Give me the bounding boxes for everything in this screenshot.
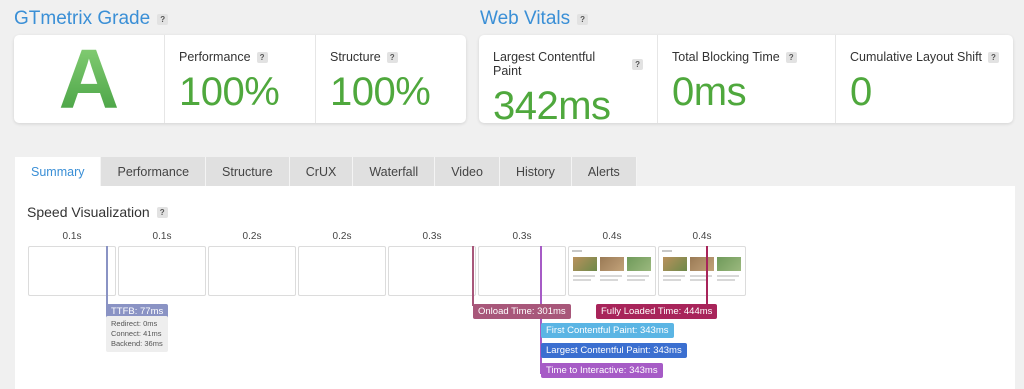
frame-time-label: 0.1s [152, 231, 172, 242]
ttfb-backend: Backend: 36ms [111, 339, 163, 348]
structure-value: 100% [330, 70, 431, 114]
tbt-metric: Total Blocking Time? 0ms [657, 35, 835, 123]
structure-metric: Structure? 100% [315, 35, 466, 123]
filmstrip-frame[interactable] [478, 246, 566, 296]
frame-time-label: 0.3s [422, 231, 442, 242]
gtmetrix-grade-title: GTmetrix Grade ? [14, 8, 169, 30]
help-icon[interactable]: ? [156, 206, 168, 218]
page-thumbnail [659, 247, 745, 295]
structure-label: Structure [330, 50, 381, 64]
speed-visualization-label: Speed Visualization [27, 204, 150, 220]
frame-time-label: 0.1s [62, 231, 82, 242]
frame-time-label: 0.3s [512, 231, 532, 242]
report-tabs: Summary Performance Structure CrUX Water… [15, 157, 637, 186]
filmstrip-frame-rendered[interactable] [568, 246, 656, 296]
filmstrip-frame[interactable] [208, 246, 296, 296]
filmstrip-frame[interactable] [28, 246, 116, 296]
help-icon[interactable]: ? [157, 13, 169, 25]
page-thumbnail [569, 247, 655, 295]
filmstrip-frame[interactable] [118, 246, 206, 296]
ttfb-line [106, 246, 108, 306]
lcp-value: 342ms [493, 84, 611, 128]
frame-time-label: 0.4s [602, 231, 622, 242]
fully-loaded-marker: Fully Loaded Time: 444ms [596, 304, 718, 319]
frame-time-label: 0.2s [332, 231, 352, 242]
lcp-marker: Largest Contentful Paint: 343ms [541, 343, 687, 358]
ttfb-connect: Connect: 41ms [111, 329, 162, 338]
tab-video[interactable]: Video [435, 157, 500, 186]
onload-line [472, 246, 474, 306]
web-vitals-label: Web Vitals [480, 8, 571, 29]
web-vitals-card: Largest Contentful Paint? 342ms Total Bl… [479, 35, 1013, 128]
tab-summary[interactable]: Summary [15, 157, 102, 186]
grade-badge: A [14, 32, 164, 126]
performance-metric: Performance? 100% [164, 35, 315, 123]
tbt-value: 0ms [672, 70, 747, 114]
grade-card: A Performance? 100% Structure? 100% [14, 32, 466, 126]
ttfb-redirect: Redirect: 0ms [111, 319, 158, 328]
tbt-label: Total Blocking Time [672, 50, 780, 64]
cls-label: Cumulative Layout Shift [850, 50, 983, 64]
help-icon[interactable]: ? [577, 13, 589, 25]
frame-time-label: 0.2s [242, 231, 262, 242]
help-icon[interactable]: ? [386, 51, 398, 63]
speed-visualization-title: Speed Visualization ? [27, 204, 168, 220]
grade-letter: A [58, 31, 120, 126]
fcp-marker: First Contentful Paint: 343ms [541, 323, 674, 338]
help-icon[interactable]: ? [632, 58, 643, 70]
tab-structure[interactable]: Structure [206, 157, 290, 186]
gtmetrix-grade-label: GTmetrix Grade [14, 8, 151, 29]
lcp-metric: Largest Contentful Paint? 342ms [479, 35, 657, 128]
tab-crux[interactable]: CrUX [289, 157, 354, 186]
filmstrip-frame[interactable] [388, 246, 476, 296]
performance-label: Performance [179, 50, 251, 64]
summary-panel: Speed Visualization ? 0.1s 0.1s 0.2s 0.2… [15, 186, 1015, 389]
fully-loaded-line [706, 246, 708, 306]
lcp-label: Largest Contentful Paint [493, 50, 596, 78]
frame-time-label: 0.4s [692, 231, 712, 242]
tab-performance[interactable]: Performance [101, 157, 207, 186]
help-icon[interactable]: ? [988, 51, 999, 63]
tab-history[interactable]: History [499, 157, 572, 186]
filmstrip-frame-rendered[interactable] [658, 246, 746, 296]
cls-metric: Cumulative Layout Shift? 0 [835, 35, 1013, 123]
filmstrip-frame[interactable] [298, 246, 386, 296]
tab-waterfall[interactable]: Waterfall [353, 157, 436, 186]
ttfb-breakdown: Redirect: 0ms Connect: 41ms Backend: 36m… [106, 316, 168, 352]
help-icon[interactable]: ? [256, 51, 268, 63]
help-icon[interactable]: ? [785, 51, 797, 63]
cls-value: 0 [850, 70, 872, 114]
tab-alerts[interactable]: Alerts [571, 157, 637, 186]
web-vitals-title: Web Vitals ? [480, 8, 589, 30]
tti-marker: Time to Interactive: 343ms [541, 363, 663, 378]
performance-value: 100% [179, 70, 280, 114]
onload-marker: Onload Time: 301ms [473, 304, 571, 319]
